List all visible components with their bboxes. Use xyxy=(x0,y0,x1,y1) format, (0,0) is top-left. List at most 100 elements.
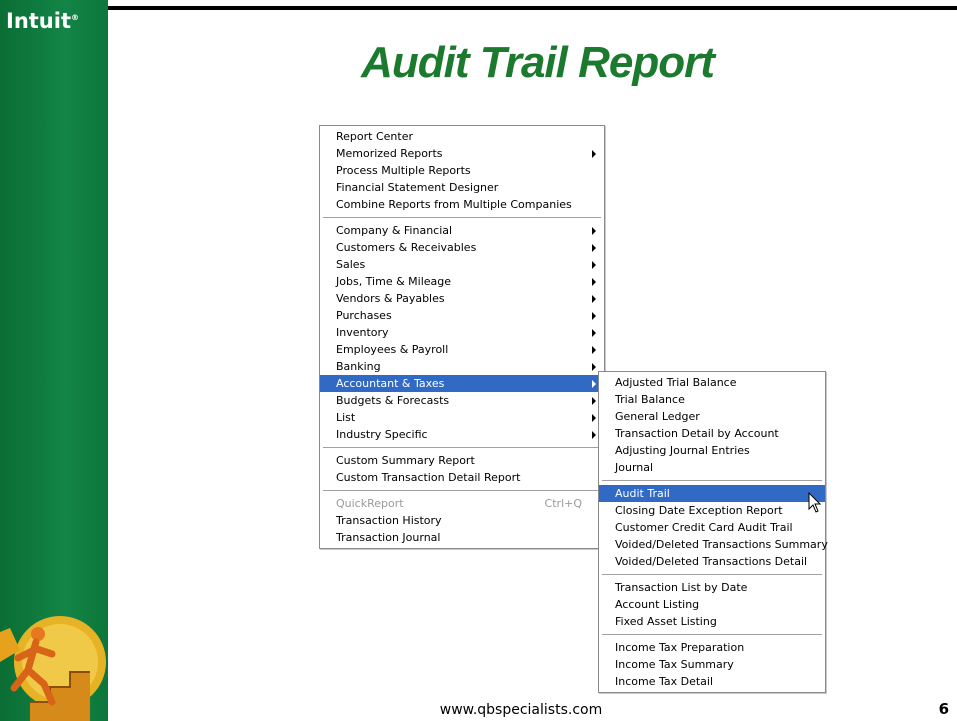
menu-item-inventory[interactable]: Inventory xyxy=(320,324,604,341)
menu-item-jobs-time-mileage[interactable]: Jobs, Time & Mileage xyxy=(320,273,604,290)
menu-item-label: Voided/Deleted Transactions Summary xyxy=(615,538,828,551)
menu-item-purchases[interactable]: Purchases xyxy=(320,307,604,324)
menu-item-label: Sales xyxy=(336,258,366,271)
menu-item-label: Process Multiple Reports xyxy=(336,164,471,177)
submenu-arrow-icon xyxy=(592,414,596,422)
submenu-arrow-icon xyxy=(592,278,596,286)
menu-item-budgets-forecasts[interactable]: Budgets & Forecasts xyxy=(320,392,604,409)
menu-separator xyxy=(602,480,822,481)
menu-item-label: Adjusted Trial Balance xyxy=(615,376,737,389)
menu-item-report-center[interactable]: Report Center xyxy=(320,128,604,145)
submenu-arrow-icon xyxy=(592,261,596,269)
menu-item-customers-receivables[interactable]: Customers & Receivables xyxy=(320,239,604,256)
menu-item-industry-specific[interactable]: Industry Specific xyxy=(320,426,604,443)
menu-item-label: Industry Specific xyxy=(336,428,428,441)
submenu-item-journal[interactable]: Journal xyxy=(599,459,825,476)
menu-item-label: General Ledger xyxy=(615,410,700,423)
menu-item-label: List xyxy=(336,411,356,424)
submenu-item-voided-deleted-transactions-detail[interactable]: Voided/Deleted Transactions Detail xyxy=(599,553,825,570)
menu-item-label: Vendors & Payables xyxy=(336,292,445,305)
submenu-arrow-icon xyxy=(592,150,596,158)
menu-item-label: Custom Summary Report xyxy=(336,454,475,467)
menu-item-label: Account Listing xyxy=(615,598,700,611)
menu-item-label: Report Center xyxy=(336,130,413,143)
menu-item-label: Customers & Receivables xyxy=(336,241,477,254)
menu-item-vendors-payables[interactable]: Vendors & Payables xyxy=(320,290,604,307)
menu-item-label: Voided/Deleted Transactions Detail xyxy=(615,555,808,568)
menu-item-custom-summary-report[interactable]: Custom Summary Report xyxy=(320,452,604,469)
top-rule xyxy=(108,6,957,10)
submenu-item-account-listing[interactable]: Account Listing xyxy=(599,596,825,613)
submenu-item-general-ledger[interactable]: General Ledger xyxy=(599,408,825,425)
menu-item-label: Custom Transaction Detail Report xyxy=(336,471,521,484)
menu-item-label: Transaction List by Date xyxy=(615,581,748,594)
menu-separator xyxy=(323,447,601,448)
menu-item-label: Income Tax Preparation xyxy=(615,641,745,654)
reports-menu: Report Center Memorized Reports Process Mu… xyxy=(319,125,605,549)
menu-item-financial-statement-designer[interactable]: Financial Statement Designer xyxy=(320,179,604,196)
menu-item-label: Combine Reports from Multiple Companies xyxy=(336,198,572,211)
menu-item-label: Company & Financial xyxy=(336,224,453,237)
submenu-item-income-tax-summary[interactable]: Income Tax Summary xyxy=(599,656,825,673)
submenu-arrow-icon xyxy=(592,380,596,388)
menu-item-label: Banking xyxy=(336,360,381,373)
menu-item-label: Trial Balance xyxy=(615,393,685,406)
submenu-item-adjusting-journal-entries[interactable]: Adjusting Journal Entries xyxy=(599,442,825,459)
intuit-logo: Intuit® xyxy=(6,9,79,33)
menu-item-combine-reports-from-multiple-companies[interactable]: Combine Reports from Multiple Companies xyxy=(320,196,604,213)
menu-item-label: Transaction Journal xyxy=(336,531,441,544)
menu-item-label: Income Tax Summary xyxy=(615,658,734,671)
footer-url: www.qbspecialists.com xyxy=(439,702,603,718)
menu-item-label: Budgets & Forecasts xyxy=(336,394,450,407)
accountant-taxes-submenu: Adjusted Trial Balance Trial Balance Gener… xyxy=(598,371,828,693)
submenu-item-income-tax-detail[interactable]: Income Tax Detail xyxy=(599,673,825,690)
menu-item-employees-payroll[interactable]: Employees & Payroll xyxy=(320,341,604,358)
submenu-arrow-icon xyxy=(592,431,596,439)
mouse-pointer-icon xyxy=(808,492,822,513)
slide-title: Audit Trail Report xyxy=(361,38,715,87)
submenu-item-audit-trail[interactable]: Audit Trail xyxy=(599,485,825,502)
menu-separator xyxy=(602,574,822,575)
submenu-arrow-icon xyxy=(592,227,596,235)
menu-item-transaction-journal[interactable]: Transaction Journal xyxy=(320,529,604,546)
menu-item-shortcut: Ctrl+Q xyxy=(544,497,582,510)
menu-item-label: Accountant & Taxes xyxy=(336,377,445,390)
menu-item-label: Closing Date Exception Report xyxy=(615,504,783,517)
submenu-item-transaction-list-by-date[interactable]: Transaction List by Date xyxy=(599,579,825,596)
submenu-item-transaction-detail-by-account[interactable]: Transaction Detail by Account xyxy=(599,425,825,442)
menu-item-memorized-reports[interactable]: Memorized Reports xyxy=(320,145,604,162)
menu-item-list[interactable]: List xyxy=(320,409,604,426)
submenu-item-customer-credit-card-audit-trail[interactable]: Customer Credit Card Audit Trail xyxy=(599,519,825,536)
submenu-arrow-icon xyxy=(592,312,596,320)
menu-item-label: Transaction History xyxy=(336,514,442,527)
submenu-arrow-icon xyxy=(592,329,596,337)
submenu-item-trial-balance[interactable]: Trial Balance xyxy=(599,391,825,408)
menu-item-label: Purchases xyxy=(336,309,392,322)
submenu-item-voided-deleted-transactions-summary[interactable]: Voided/Deleted Transactions Summary xyxy=(599,536,828,553)
menu-item-label: Memorized Reports xyxy=(336,147,443,160)
submenu-item-fixed-asset-listing[interactable]: Fixed Asset Listing xyxy=(599,613,825,630)
menu-item-label: Adjusting Journal Entries xyxy=(615,444,750,457)
submenu-arrow-icon xyxy=(592,346,596,354)
menu-item-label: Journal xyxy=(615,461,654,474)
menu-item-transaction-history[interactable]: Transaction History xyxy=(320,512,604,529)
menu-item-label: Employees & Payroll xyxy=(336,343,449,356)
menu-item-sales[interactable]: Sales xyxy=(320,256,604,273)
menu-separator xyxy=(323,217,601,218)
menu-item-label: Financial Statement Designer xyxy=(336,181,499,194)
submenu-item-closing-date-exception-report[interactable]: Closing Date Exception Report xyxy=(599,502,825,519)
logo-text: Intuit xyxy=(6,9,71,33)
menu-item-quickreport[interactable]: QuickReport Ctrl+Q xyxy=(320,495,604,512)
submenu-arrow-icon xyxy=(592,363,596,371)
menu-item-process-multiple-reports[interactable]: Process Multiple Reports xyxy=(320,162,604,179)
menu-item-label: Transaction Detail by Account xyxy=(615,427,779,440)
menu-separator xyxy=(323,490,601,491)
menu-item-label: Fixed Asset Listing xyxy=(615,615,717,628)
menu-item-company-financial[interactable]: Company & Financial xyxy=(320,222,604,239)
submenu-item-adjusted-trial-balance[interactable]: Adjusted Trial Balance xyxy=(599,374,825,391)
menu-item-custom-transaction-detail-report[interactable]: Custom Transaction Detail Report xyxy=(320,469,604,486)
submenu-item-income-tax-preparation[interactable]: Income Tax Preparation xyxy=(599,639,825,656)
menu-item-banking[interactable]: Banking xyxy=(320,358,604,375)
submenu-arrow-icon xyxy=(592,397,596,405)
menu-item-accountant-taxes[interactable]: Accountant & Taxes xyxy=(320,375,604,392)
